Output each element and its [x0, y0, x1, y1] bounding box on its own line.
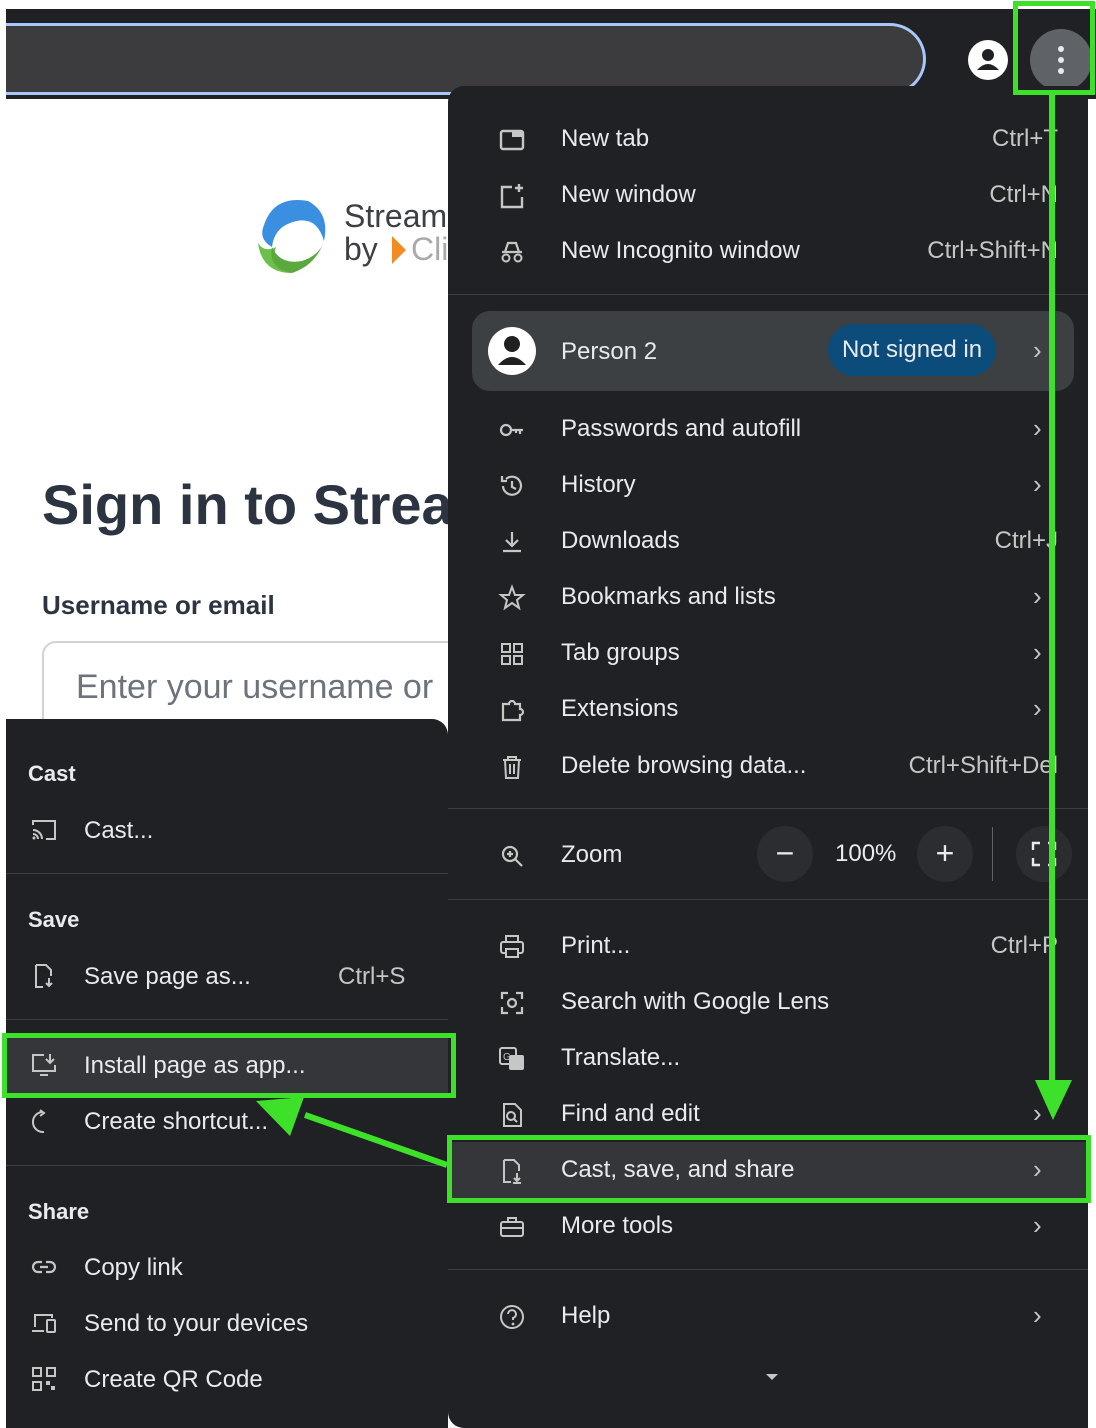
annotation-arrows [256, 95, 1072, 1168]
arrow-left-line [304, 1112, 448, 1168]
arrow-left-icon [256, 1097, 304, 1136]
arrow-down-icon [1035, 1080, 1072, 1120]
